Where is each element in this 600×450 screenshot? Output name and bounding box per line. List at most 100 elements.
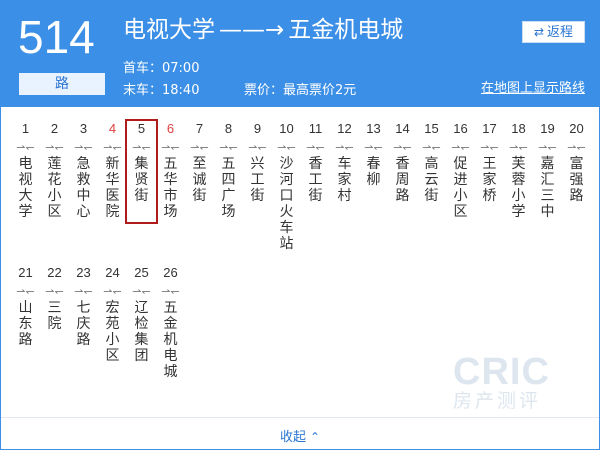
stop-name: 促进小区 [453, 156, 468, 220]
bus-stop-22[interactable]: 22 ⇀↽ 三院 [40, 265, 69, 332]
chevron-up-icon: ⌃ [309, 430, 321, 444]
stop-number: 23 [76, 265, 91, 280]
bidirectional-arrow-icon: ⇀↽ [335, 141, 354, 154]
watermark-brand: CRIC [453, 351, 550, 393]
bidirectional-arrow-icon: ⇀↽ [364, 141, 383, 154]
footer-bar: 收起 ⌃ [1, 417, 599, 449]
stop-name: 沙河口火车站 [279, 156, 294, 252]
stop-name: 至诚街 [192, 156, 207, 204]
bus-stop-8[interactable]: 8 ⇀↽ 五四广场 [214, 121, 243, 220]
return-trip-button[interactable]: ⇄ 返程 [522, 21, 585, 43]
bidirectional-arrow-icon: ⇀↽ [277, 141, 296, 154]
bus-stop-18[interactable]: 18 ⇀↽ 芙蓉小学 [504, 121, 533, 220]
bus-stop-16[interactable]: 16 ⇀↽ 促进小区 [446, 121, 475, 220]
bus-stop-10[interactable]: 10 ⇀↽ 沙河口火车站 [272, 121, 301, 252]
bus-stop-15[interactable]: 15 ⇀↽ 高云街 [417, 121, 446, 204]
last-bus-time: 末车：18:40 [123, 83, 200, 98]
bidirectional-arrow-icon: ⇀↽ [161, 141, 180, 154]
bus-stop-7[interactable]: 7 ⇀↽ 至诚街 [185, 121, 214, 204]
stop-name: 莲花小区 [47, 156, 62, 220]
stop-name: 高云街 [424, 156, 439, 204]
bidirectional-arrow-icon: ⇀↽ [306, 141, 325, 154]
bus-stop-21[interactable]: 21 ⇀↽ 山东路 [11, 265, 40, 348]
stop-number: 18 [511, 121, 526, 136]
stop-name: 嘉汇三中 [540, 156, 555, 220]
stop-number: 22 [47, 265, 62, 280]
bus-stop-12[interactable]: 12 ⇀↽ 车家村 [330, 121, 359, 204]
show-route-on-map-link[interactable]: 在地图上显示路线 [481, 77, 585, 96]
bidirectional-arrow-icon: ⇀↽ [74, 285, 93, 298]
bus-stop-23[interactable]: 23 ⇀↽ 七庆路 [69, 265, 98, 348]
bus-stop-20[interactable]: 20 ⇀↽ 富强路 [562, 121, 591, 204]
stop-number: 24 [105, 265, 120, 280]
bus-stop-2[interactable]: 2 ⇀↽ 莲花小区 [40, 121, 69, 220]
watermark-subtitle: 房产测评 [453, 390, 542, 412]
stop-name: 集贤街 [134, 156, 149, 204]
bidirectional-arrow-icon: ⇀↽ [74, 141, 93, 154]
route-arrow-icon: ——→ [219, 17, 285, 43]
bus-stop-3[interactable]: 3 ⇀↽ 急救中心 [69, 121, 98, 220]
bus-stop-24[interactable]: 24 ⇀↽ 宏苑小区 [98, 265, 127, 364]
stop-number: 2 [50, 121, 59, 136]
swap-icon: ⇄ [533, 25, 545, 39]
bidirectional-arrow-icon: ⇀↽ [538, 141, 557, 154]
watermark-logo: CRIC 房产测评 [453, 353, 583, 413]
stop-number: 20 [569, 121, 584, 136]
stop-number: 16 [453, 121, 468, 136]
bus-stop-13[interactable]: 13 ⇀↽ 春柳 [359, 121, 388, 188]
bidirectional-arrow-icon: ⇀↽ [103, 285, 122, 298]
stop-number: 25 [134, 265, 149, 280]
stop-name: 春柳 [366, 156, 381, 188]
bidirectional-arrow-icon: ⇀↽ [103, 141, 122, 154]
first-bus-time: 首车：07:00 [123, 61, 200, 76]
bus-route-card: 514 路 电视大学 ——→ 五金机电城 首车：07:00 末车：18:40 票价：… [0, 0, 600, 450]
stop-number: 8 [224, 121, 233, 136]
collapse-button[interactable]: 收起 ⌃ [280, 426, 320, 445]
stop-name: 王家桥 [482, 156, 497, 204]
bus-stop-5[interactable]: 5 ⇀↽ 集贤街 [125, 119, 158, 224]
stop-number: 13 [366, 121, 381, 136]
collapse-label: 收起 [279, 430, 306, 445]
bidirectional-arrow-icon: ⇀↽ [190, 141, 209, 154]
bidirectional-arrow-icon: ⇀↽ [132, 285, 151, 298]
bus-stop-26[interactable]: 26 ⇀↽ 五金机电城 [156, 265, 185, 380]
route-number: 514 [18, 11, 95, 63]
bus-stop-9[interactable]: 9 ⇀↽ 兴工街 [243, 121, 272, 204]
route-header: 514 路 电视大学 ——→ 五金机电城 首车：07:00 末车：18:40 票价：… [1, 1, 599, 107]
bus-stop-1[interactable]: 1 ⇀↽ 电视大学 [11, 121, 40, 220]
stop-number: 6 [166, 121, 175, 136]
bidirectional-arrow-icon: ⇀↽ [393, 141, 412, 154]
stop-number: 4 [108, 121, 117, 136]
bidirectional-arrow-icon: ⇀↽ [45, 141, 64, 154]
bidirectional-arrow-icon: ⇀↽ [16, 285, 35, 298]
bus-stop-11[interactable]: 11 ⇀↽ 香工街 [301, 121, 330, 204]
stop-name: 香工街 [308, 156, 323, 204]
stop-name: 宏苑小区 [105, 300, 120, 364]
stop-number: 3 [79, 121, 88, 136]
stop-name: 山东路 [18, 300, 33, 348]
bus-stop-17[interactable]: 17 ⇀↽ 王家桥 [475, 121, 504, 204]
stop-name: 新华医院 [105, 156, 120, 220]
bidirectional-arrow-icon: ⇀↽ [45, 285, 64, 298]
stop-name: 兴工街 [250, 156, 265, 204]
route-title: 电视大学 ——→ 五金机电城 [123, 15, 403, 45]
stop-number: 11 [308, 121, 323, 136]
stop-number: 7 [195, 121, 204, 136]
bus-stop-6[interactable]: 6 ⇀↽ 五华市场 [156, 121, 185, 220]
bidirectional-arrow-icon: ⇀↽ [509, 141, 528, 154]
bus-stop-19[interactable]: 19 ⇀↽ 嘉汇三中 [533, 121, 562, 220]
bidirectional-arrow-icon: ⇀↽ [16, 141, 35, 154]
stop-number: 21 [18, 265, 33, 280]
route-destination: 五金机电城 [288, 17, 404, 43]
bidirectional-arrow-icon: ⇀↽ [248, 141, 267, 154]
bus-stop-4[interactable]: 4 ⇀↽ 新华医院 [98, 121, 127, 220]
stop-name: 急救中心 [76, 156, 91, 220]
stop-name: 电视大学 [18, 156, 33, 220]
stop-number: 17 [482, 121, 497, 136]
stop-name: 五金机电城 [163, 300, 178, 380]
route-origin: 电视大学 [123, 17, 215, 43]
bus-stop-25[interactable]: 25 ⇀↽ 辽检集团 [127, 265, 156, 364]
bus-stop-14[interactable]: 14 ⇀↽ 香周路 [388, 121, 417, 204]
stop-number: 10 [279, 121, 294, 136]
return-trip-label: 返程 [547, 25, 574, 40]
